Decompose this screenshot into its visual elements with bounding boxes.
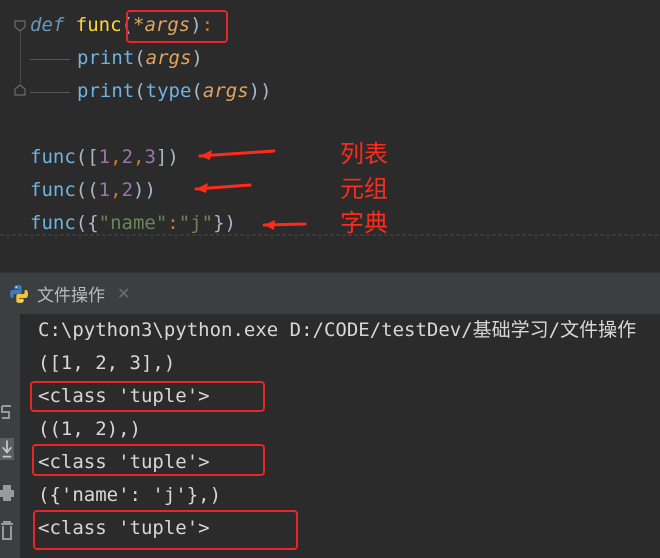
code-line-call-list[interactable]: func([1,2,3]) [30,143,179,171]
indent-guide [30,59,70,60]
keyword-def: def [30,14,65,36]
run-tab-title: 文件操作 [37,286,105,306]
paren: ) [191,47,203,69]
paren: ( [134,47,146,69]
colon: : [167,212,179,234]
number: 1 [98,179,111,201]
comma: , [133,146,145,168]
builtin-print: print [77,80,135,102]
string-value: "j" [178,212,214,234]
fold-end-marker-icon[interactable] [14,84,26,96]
console-output-line: ({'name': 'j'},) [38,484,222,506]
fold-marker-icon[interactable] [14,20,26,32]
highlight-box-tuple [32,444,265,476]
call-func: func [30,212,76,234]
paren: )) [248,80,272,102]
code-line-call-tuple[interactable]: func((1,2)) [30,176,156,204]
bracket: ([ [75,146,99,168]
arrow-icon [262,220,307,230]
builtin-type: type [145,80,192,102]
number: 2 [121,179,134,201]
paren: ( [191,80,203,102]
print-icon[interactable] [0,482,14,504]
bracket: }) [213,212,236,234]
console-output-line: ((1, 2),) [38,418,141,440]
bracket: )) [133,179,156,201]
code-line-print-type[interactable]: print(type(args)) [77,77,272,105]
code-editor[interactable]: def func(*args): print(args) print(type(… [0,0,660,236]
param-args: args [202,80,249,102]
builtin-print: print [77,47,135,69]
comma: , [110,146,122,168]
param-args: args [145,47,192,69]
highlight-box-args [126,10,228,43]
highlight-box-tuple [33,510,298,550]
annotation-dict: 字典 [340,209,388,236]
run-panel-header: 文件操作 ✕ [0,272,660,315]
indent-guide [30,92,70,93]
console-output[interactable]: C:\python3\python.exe D:/CODE/testDev/基础… [20,314,660,558]
scroll-down-icon[interactable] [0,438,14,460]
panel-gap [0,236,660,272]
paren: ( [134,80,146,102]
trash-icon[interactable] [0,520,14,542]
rerun-icon[interactable] [0,402,14,424]
number: 3 [144,146,156,168]
bracket: (( [75,179,99,201]
highlight-box-tuple [30,381,265,412]
call-func: func [30,179,76,201]
run-toolbar [0,314,20,558]
close-icon[interactable]: ✕ [117,284,130,303]
python-icon [10,285,28,303]
fold-guide [20,32,21,84]
call-func: func [30,146,76,168]
run-tab[interactable]: 文件操作 ✕ [0,273,140,315]
code-line-print-args[interactable]: print(args) [77,44,203,72]
arrow-icon [198,149,276,160]
bracket: ]) [155,146,179,168]
function-name: func [75,14,122,36]
annotation-tuple: 元组 [340,175,388,203]
number: 1 [98,146,111,168]
annotation-list: 列表 [340,140,388,168]
comma: , [110,179,122,201]
console-command-line: C:\python3\python.exe D:/CODE/testDev/基础… [38,319,637,341]
number: 2 [121,146,134,168]
code-line-call-dict[interactable]: func({"name":"j"}) [30,209,236,236]
arrow-icon [194,183,252,193]
string-key: "name" [98,212,168,234]
console-output-line: ([1, 2, 3],) [38,352,176,374]
bracket: ({ [75,212,99,234]
